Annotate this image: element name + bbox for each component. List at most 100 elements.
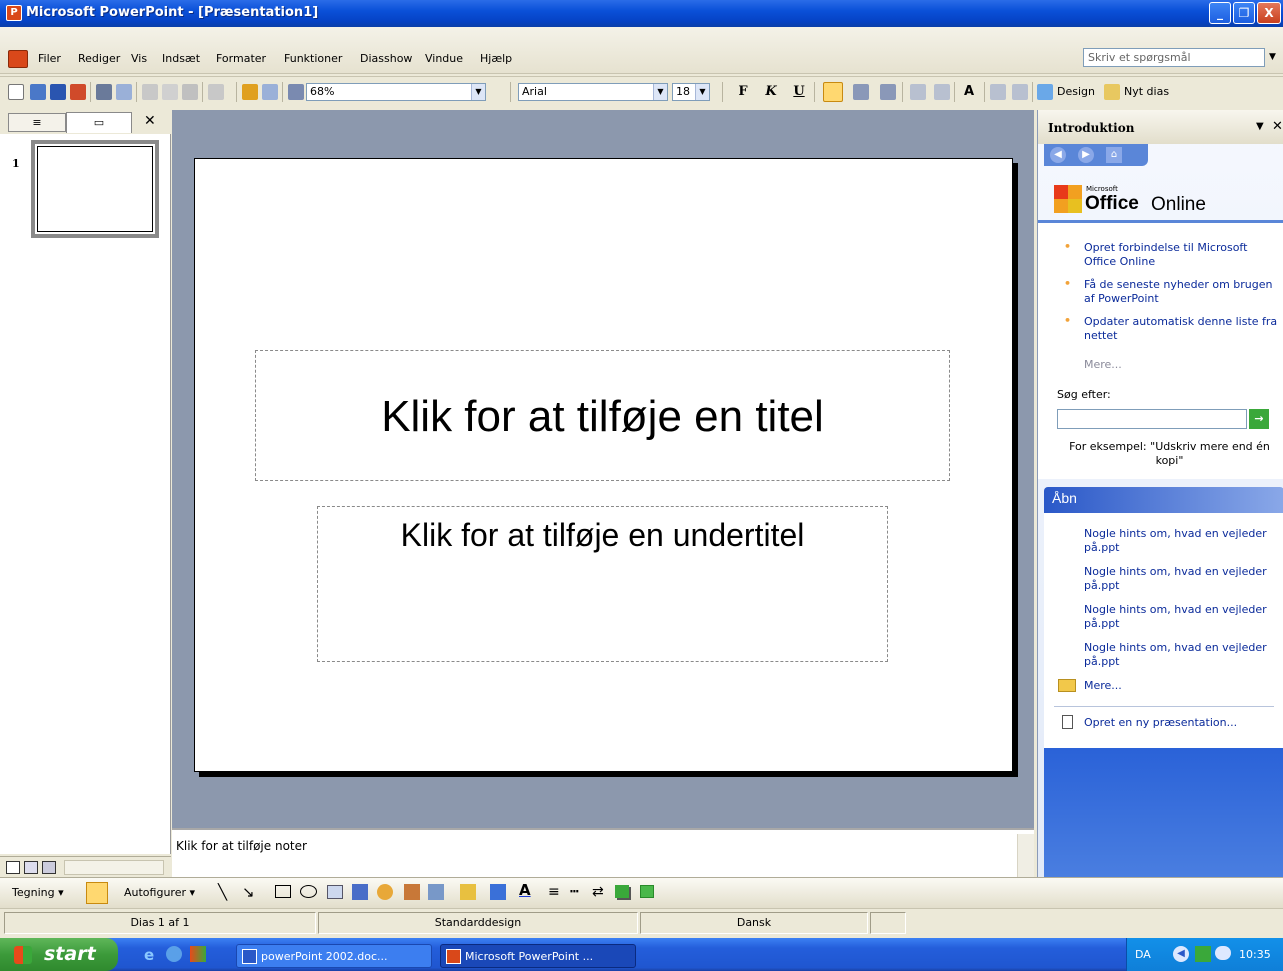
powerpoint-app-icon[interactable]: P bbox=[6, 5, 22, 21]
outline-tab[interactable]: ≡ bbox=[8, 113, 66, 132]
new-icon[interactable] bbox=[8, 84, 24, 100]
task-pane-close-icon[interactable]: ✕ bbox=[1272, 119, 1283, 134]
document-icon[interactable] bbox=[8, 50, 28, 68]
messenger-icon[interactable] bbox=[1215, 946, 1231, 960]
menu-hjaelp[interactable]: Hjælp bbox=[480, 52, 512, 65]
normal-view-icon[interactable] bbox=[6, 861, 20, 874]
arrow-style-icon[interactable]: ⇄ bbox=[592, 884, 604, 900]
ask-dropdown-icon[interactable]: ▼ bbox=[1269, 52, 1276, 62]
new-slide-icon[interactable] bbox=[1104, 84, 1120, 100]
undo-icon[interactable] bbox=[208, 84, 224, 100]
notes-placeholder[interactable]: Klik for at tilføje noter bbox=[176, 839, 307, 853]
align-right-icon[interactable] bbox=[880, 84, 896, 100]
numbering-icon[interactable] bbox=[910, 84, 926, 100]
oval-icon[interactable] bbox=[300, 885, 317, 898]
increase-font-icon[interactable]: A bbox=[960, 84, 978, 99]
chevron-down-icon[interactable]: ▼ bbox=[695, 84, 709, 100]
bullets-icon[interactable] bbox=[934, 84, 950, 100]
link-update-list[interactable]: Opdater automatisk denne liste fra nette… bbox=[1084, 315, 1283, 343]
language-indicator[interactable]: DA bbox=[1135, 948, 1151, 961]
horizontal-scrollbar[interactable] bbox=[64, 860, 164, 875]
browser-icon[interactable] bbox=[166, 946, 182, 962]
chevron-down-icon[interactable]: ▼ bbox=[653, 84, 667, 100]
slide-thumbnail[interactable] bbox=[31, 140, 159, 238]
close-pane-icon[interactable]: ✕ bbox=[144, 113, 156, 129]
clipart-icon[interactable] bbox=[404, 884, 420, 900]
textbox-icon[interactable] bbox=[327, 885, 343, 899]
menu-vindue[interactable]: Vindue bbox=[425, 52, 463, 65]
notes-scrollbar[interactable] bbox=[1017, 834, 1034, 877]
save-icon[interactable] bbox=[50, 84, 66, 100]
ask-question-input[interactable]: Skriv et spørgsmål bbox=[1083, 48, 1265, 67]
open-more-link[interactable]: Mere... bbox=[1084, 679, 1122, 693]
paste-icon[interactable] bbox=[182, 84, 198, 100]
home-icon[interactable]: ⌂ bbox=[1106, 147, 1122, 163]
back-icon[interactable]: ◀ bbox=[1050, 147, 1066, 163]
menu-filer[interactable]: Filer bbox=[38, 52, 61, 65]
copy-icon[interactable] bbox=[162, 84, 178, 100]
underline-button[interactable]: U bbox=[790, 84, 808, 99]
line-icon[interactable]: ╲ bbox=[218, 883, 227, 901]
align-left-icon[interactable] bbox=[823, 82, 843, 102]
print-preview-icon[interactable] bbox=[116, 84, 132, 100]
diagram-icon[interactable] bbox=[377, 884, 393, 900]
subtitle-placeholder[interactable]: Klik for at tilføje en undertitel bbox=[317, 506, 888, 662]
arrow-icon[interactable]: ↘ bbox=[242, 883, 255, 901]
restore-button[interactable]: ❐ bbox=[1233, 2, 1255, 24]
font-select[interactable]: Arial ▼ bbox=[518, 83, 668, 101]
recent-file-2[interactable]: Nogle hints om, hvad en vejleder på.ppt bbox=[1084, 565, 1283, 593]
recent-file-1[interactable]: Nogle hints om, hvad en vejleder på.ppt bbox=[1084, 527, 1283, 555]
recent-file-3[interactable]: Nogle hints om, hvad en vejleder på.ppt bbox=[1084, 603, 1283, 631]
close-button[interactable]: X bbox=[1257, 2, 1281, 24]
rectangle-icon[interactable] bbox=[275, 885, 291, 898]
decrease-indent-icon[interactable] bbox=[990, 84, 1006, 100]
slide-sorter-view-icon[interactable] bbox=[24, 861, 38, 874]
menu-vis[interactable]: Vis bbox=[131, 52, 147, 65]
minimize-button[interactable]: _ bbox=[1209, 2, 1231, 24]
design-icon[interactable] bbox=[1037, 84, 1053, 100]
italic-button[interactable]: K bbox=[762, 84, 780, 99]
new-presentation-link[interactable]: Opret en ny præsentation... bbox=[1084, 716, 1237, 730]
tray-expand-icon[interactable]: ◀ bbox=[1173, 946, 1189, 962]
align-center-icon[interactable] bbox=[853, 84, 869, 100]
design-button[interactable]: Design bbox=[1057, 85, 1095, 98]
font-size-select[interactable]: 18 ▼ bbox=[672, 83, 710, 101]
menu-indsaet[interactable]: Indsæt bbox=[162, 52, 200, 65]
taskbar-powerpoint[interactable]: Microsoft PowerPoint ... bbox=[440, 944, 636, 968]
line-color-icon[interactable] bbox=[490, 884, 506, 900]
taskbar-word-doc[interactable]: powerPoint 2002.doc... bbox=[236, 944, 432, 968]
chevron-down-icon[interactable]: ▼ bbox=[471, 84, 485, 100]
ie-icon[interactable]: e bbox=[144, 946, 160, 964]
recent-file-4[interactable]: Nogle hints om, hvad en vejleder på.ppt bbox=[1084, 641, 1283, 669]
link-latest-news[interactable]: Få de seneste nyheder om brugen af Power… bbox=[1084, 278, 1274, 306]
insert-table-icon[interactable] bbox=[262, 84, 278, 100]
increase-indent-icon[interactable] bbox=[1012, 84, 1028, 100]
new-slide-button[interactable]: Nyt dias bbox=[1124, 85, 1169, 98]
line-style-icon[interactable]: ≡ bbox=[548, 884, 560, 900]
insert-chart-icon[interactable] bbox=[242, 84, 258, 100]
autoshapes-menu[interactable]: Autofigurer ▾ bbox=[124, 886, 195, 899]
network-icon[interactable] bbox=[1195, 946, 1211, 962]
menu-formater[interactable]: Formater bbox=[216, 52, 266, 65]
more-link[interactable]: Mere... bbox=[1084, 358, 1122, 371]
permission-icon[interactable] bbox=[70, 84, 86, 100]
font-color-icon[interactable]: A bbox=[519, 881, 531, 899]
bold-button[interactable]: F bbox=[734, 84, 752, 99]
start-button[interactable]: start bbox=[0, 938, 118, 971]
print-icon[interactable] bbox=[96, 84, 112, 100]
title-placeholder[interactable]: Klik for at tilføje en titel bbox=[255, 350, 950, 481]
forward-icon[interactable]: ▶ bbox=[1078, 147, 1094, 163]
media-icon[interactable] bbox=[190, 946, 206, 962]
slides-tab[interactable]: ▭ bbox=[66, 112, 132, 133]
picture-icon[interactable] bbox=[428, 884, 444, 900]
fill-color-icon[interactable] bbox=[460, 884, 476, 900]
task-pane-menu-icon[interactable]: ▼ bbox=[1256, 121, 1264, 132]
menu-funktioner[interactable]: Funktioner bbox=[284, 52, 342, 65]
zoom-select[interactable]: 68% ▼ bbox=[306, 83, 486, 101]
shadow-style-icon[interactable] bbox=[615, 885, 629, 898]
open-icon[interactable] bbox=[30, 84, 46, 100]
wordart-icon[interactable] bbox=[352, 884, 368, 900]
menu-rediger[interactable]: Rediger bbox=[78, 52, 120, 65]
link-connect-office-online[interactable]: Opret forbindelse til Microsoft Office O… bbox=[1084, 241, 1274, 269]
select-objects-icon[interactable] bbox=[86, 882, 108, 904]
